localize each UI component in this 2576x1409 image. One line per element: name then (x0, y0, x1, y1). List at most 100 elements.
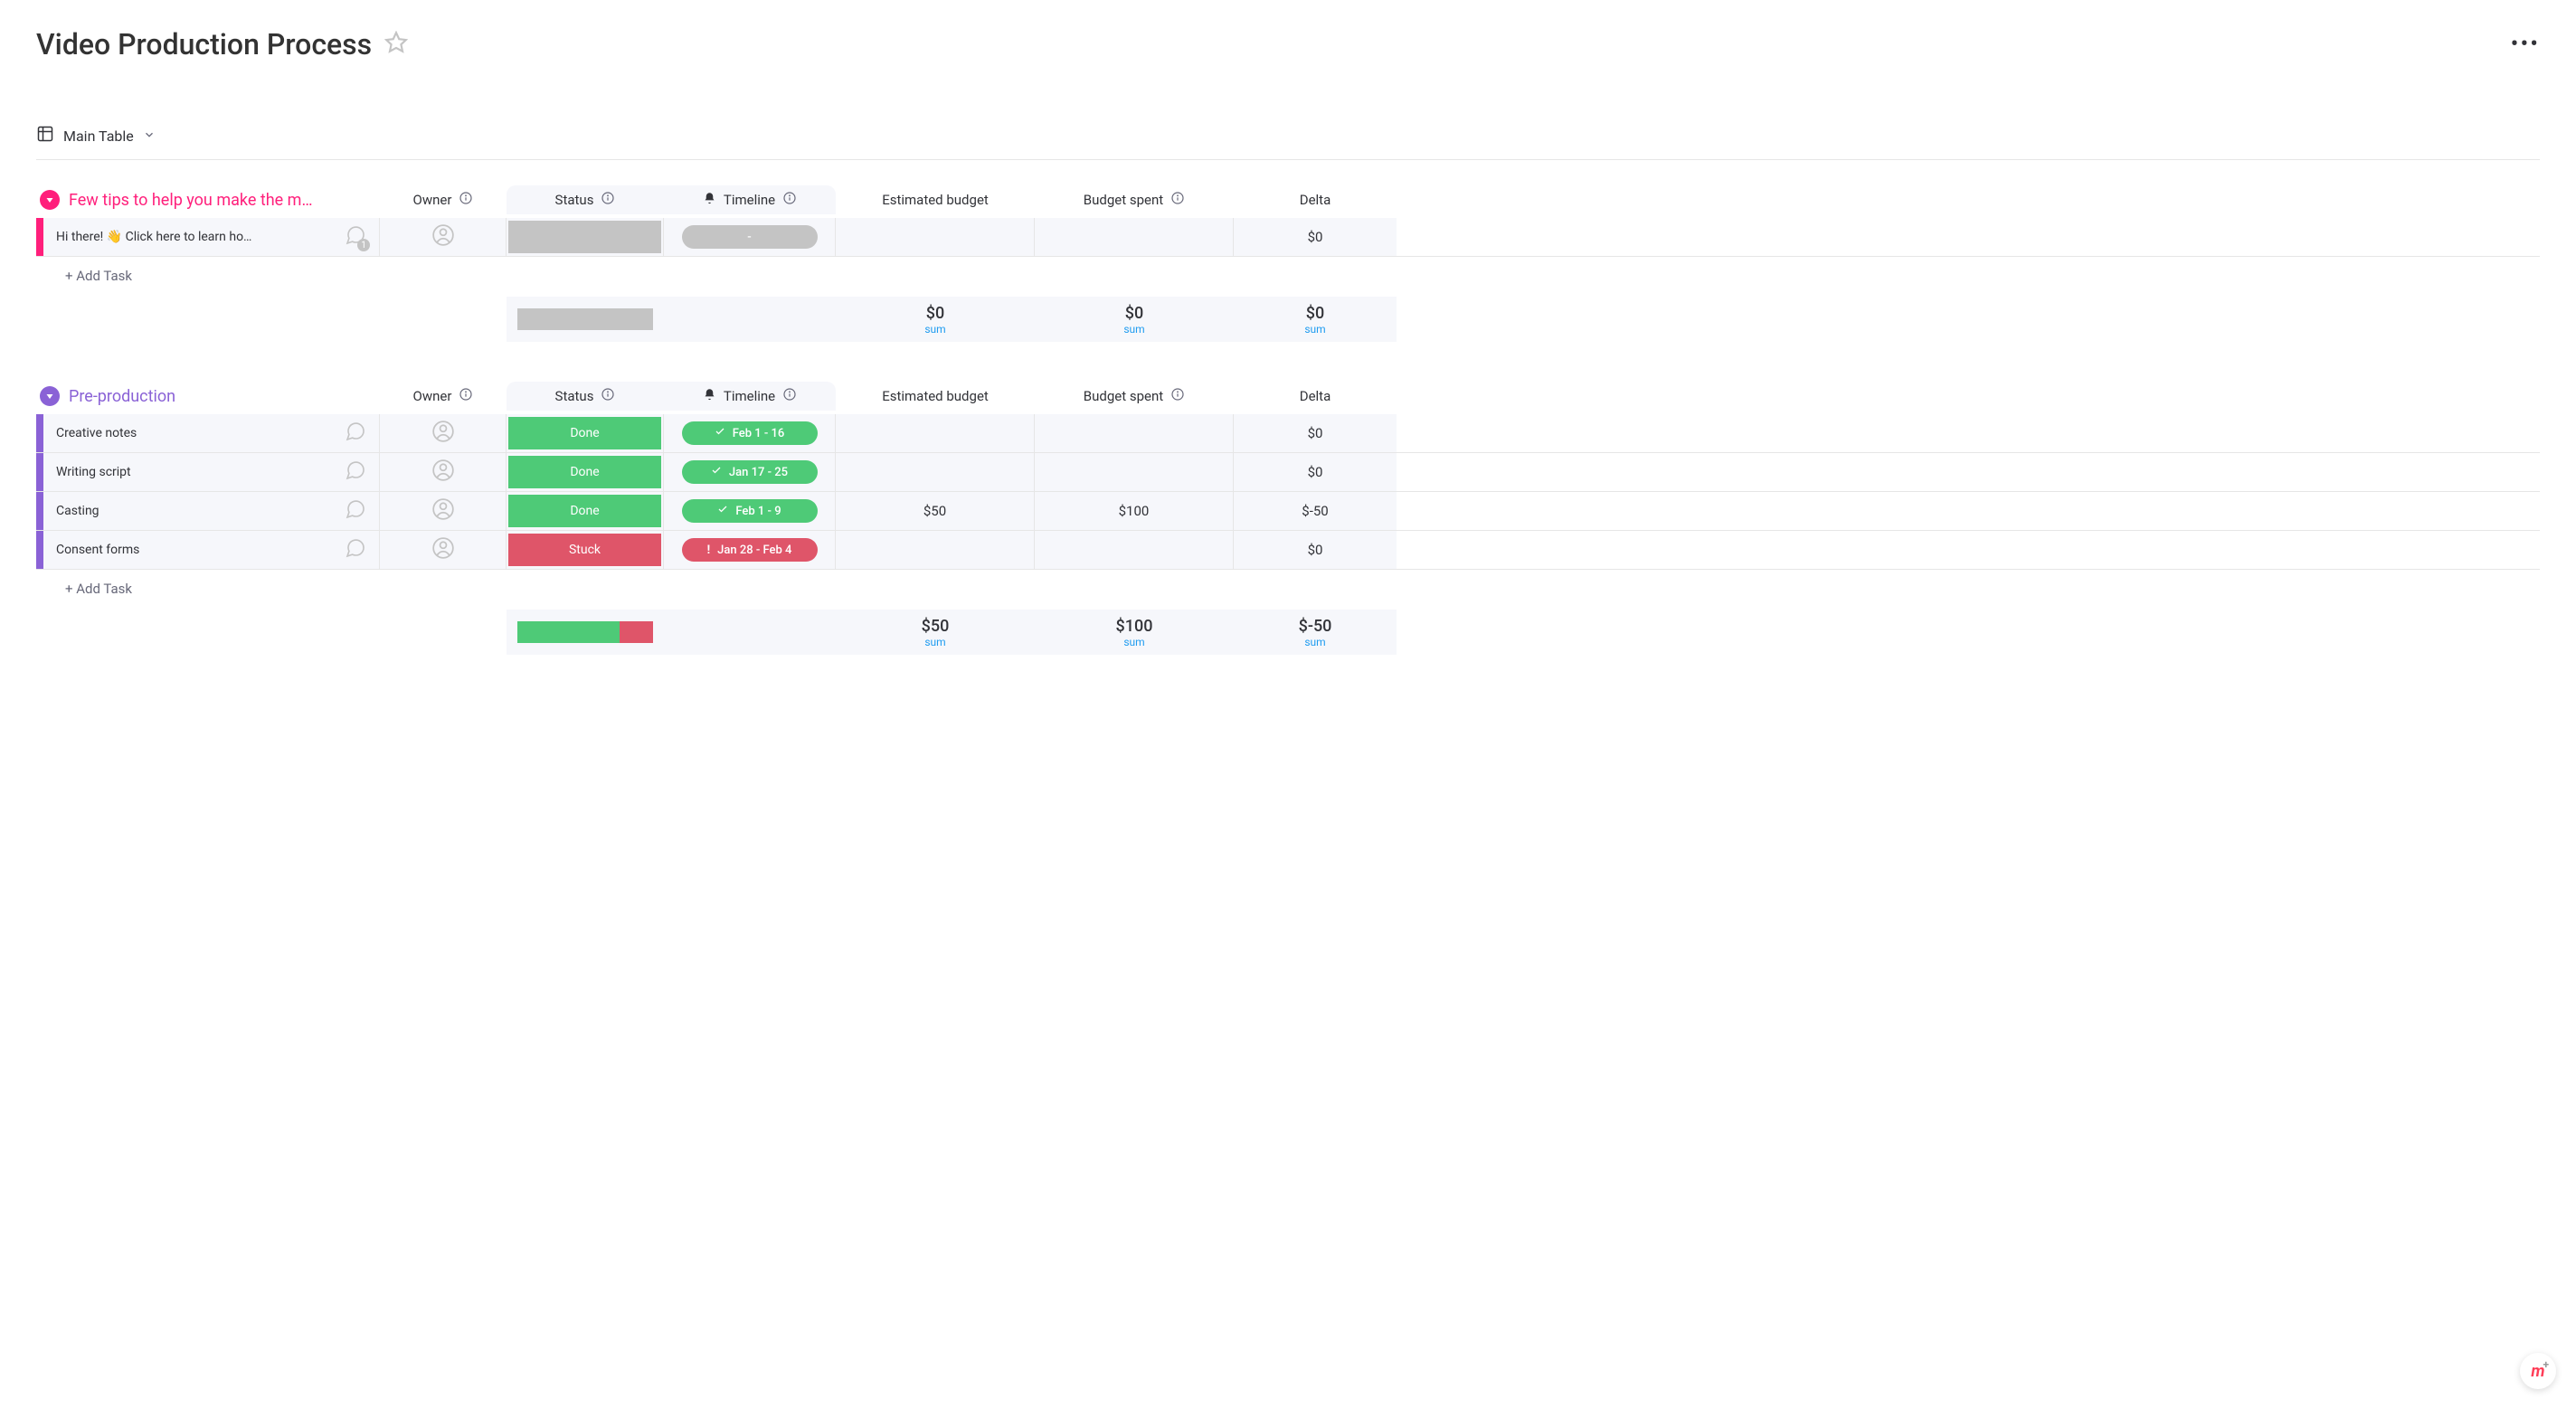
view-tab-main-table[interactable]: Main Table (36, 125, 156, 147)
person-icon (431, 459, 455, 486)
chevron-down-icon (143, 128, 156, 145)
timeline-summary (664, 297, 836, 342)
column-header-budget-spent[interactable]: Budget spent (1035, 191, 1234, 209)
timeline-cell[interactable]: Feb 1 - 9 (664, 492, 836, 530)
person-icon (431, 420, 455, 447)
column-header-budget-spent[interactable]: Budget spent (1035, 387, 1234, 405)
estimated-budget-cell[interactable] (836, 531, 1035, 569)
column-header-delta[interactable]: Delta (1234, 192, 1397, 208)
delta-cell[interactable]: $-50 (1234, 492, 1397, 530)
column-header-delta[interactable]: Delta (1234, 388, 1397, 404)
check-icon (715, 426, 725, 440)
status-cell[interactable]: Done (507, 492, 664, 530)
timeline-cell[interactable]: - (664, 218, 836, 256)
owner-cell[interactable] (380, 453, 507, 491)
more-icon[interactable]: ••• (2511, 31, 2540, 58)
column-header-timeline[interactable]: Timeline (664, 387, 836, 405)
task-name[interactable]: Casting (56, 504, 336, 518)
status-pill: Done (508, 495, 661, 527)
budget-spent-sum: $0sum (1035, 297, 1234, 342)
info-icon[interactable] (601, 191, 615, 209)
collapse-toggle[interactable] (40, 386, 60, 406)
estimated-budget-sum: $50sum (836, 610, 1035, 655)
estimated-budget-cell[interactable]: $50 (836, 492, 1035, 530)
delta-cell[interactable]: $0 (1234, 531, 1397, 569)
status-cell[interactable] (507, 218, 664, 256)
group-title[interactable]: Pre-production (69, 387, 175, 406)
info-icon[interactable] (459, 387, 473, 405)
collapse-toggle[interactable] (40, 190, 60, 210)
budget-spent-cell[interactable] (1035, 218, 1234, 256)
info-icon[interactable] (459, 191, 473, 209)
info-icon[interactable] (601, 387, 615, 405)
status-cell[interactable]: Stuck (507, 531, 664, 569)
chat-icon[interactable] (345, 459, 366, 485)
timeline-cell[interactable]: Jan 17 - 25 (664, 453, 836, 491)
chat-icon[interactable] (345, 498, 366, 524)
group-title[interactable]: Few tips to help you make the m… (69, 191, 313, 210)
info-icon[interactable] (1170, 191, 1185, 209)
status-pill: Stuck (508, 534, 661, 566)
task-row: Creative notes Done Feb 1 - 16 $0 (36, 414, 2540, 453)
timeline-summary (664, 610, 836, 655)
column-header-status[interactable]: Status (507, 191, 664, 209)
timeline-pill: - (682, 225, 818, 249)
column-header-estimated-budget[interactable]: Estimated budget (836, 192, 1035, 208)
budget-spent-cell[interactable] (1035, 453, 1234, 491)
task-name[interactable]: Consent forms (56, 543, 336, 557)
column-header-timeline[interactable]: Timeline (664, 191, 836, 209)
board-title[interactable]: Video Production Process (36, 27, 372, 61)
exclamation-icon: ! (707, 544, 711, 557)
estimated-budget-cell[interactable] (836, 218, 1035, 256)
status-pill: Done (508, 456, 661, 488)
timeline-cell[interactable]: Feb 1 - 16 (664, 414, 836, 452)
task-name[interactable]: Hi there! 👋 Click here to learn ho… (56, 230, 336, 244)
owner-cell[interactable] (380, 414, 507, 452)
info-icon[interactable] (1170, 387, 1185, 405)
delta-cell[interactable]: $0 (1234, 453, 1397, 491)
estimated-budget-cell[interactable] (836, 453, 1035, 491)
owner-cell[interactable] (380, 531, 507, 569)
budget-spent-sum: $100sum (1035, 610, 1234, 655)
timeline-cell[interactable]: ! Jan 28 - Feb 4 (664, 531, 836, 569)
delta-cell[interactable]: $0 (1234, 218, 1397, 256)
status-summary (507, 297, 664, 342)
row-color-bar (36, 218, 43, 256)
star-icon[interactable] (384, 31, 408, 58)
estimated-budget-sum: $0sum (836, 297, 1035, 342)
owner-cell[interactable] (380, 492, 507, 530)
task-name[interactable]: Writing script (56, 465, 336, 479)
budget-spent-cell[interactable] (1035, 531, 1234, 569)
task-row: Consent forms Stuck ! Jan 28 - Feb 4 $0 (36, 531, 2540, 570)
column-header-status[interactable]: Status (507, 387, 664, 405)
column-header-owner[interactable]: Owner (380, 191, 507, 209)
status-cell[interactable]: Done (507, 453, 664, 491)
estimated-budget-cell[interactable] (836, 414, 1035, 452)
check-icon (711, 465, 722, 479)
status-cell[interactable]: Done (507, 414, 664, 452)
delta-cell[interactable]: $0 (1234, 414, 1397, 452)
budget-spent-cell[interactable]: $100 (1035, 492, 1234, 530)
budget-spent-cell[interactable] (1035, 414, 1234, 452)
chat-icon[interactable]: 1 (345, 224, 366, 250)
task-row: Casting Done Feb 1 - 9 $50 $100 $-50 (36, 492, 2540, 531)
info-icon[interactable] (782, 387, 797, 405)
status-pill (508, 221, 661, 253)
bell-icon (703, 192, 716, 209)
task-name[interactable]: Creative notes (56, 426, 336, 440)
add-task-button[interactable]: + Add Task (43, 268, 380, 284)
owner-cell[interactable] (380, 218, 507, 256)
row-color-bar (36, 531, 43, 569)
row-color-bar (36, 453, 43, 491)
chat-icon[interactable] (345, 421, 366, 446)
timeline-pill: Feb 1 - 16 (682, 421, 818, 445)
info-icon[interactable] (782, 191, 797, 209)
status-pill: Done (508, 417, 661, 449)
chat-icon[interactable] (345, 537, 366, 563)
fab-button[interactable]: m+ (2520, 1353, 2556, 1389)
add-task-button[interactable]: + Add Task (43, 581, 380, 597)
column-header-estimated-budget[interactable]: Estimated budget (836, 388, 1035, 404)
column-header-owner[interactable]: Owner (380, 387, 507, 405)
delta-sum: $-50sum (1234, 610, 1397, 655)
timeline-pill: Jan 17 - 25 (682, 460, 818, 484)
